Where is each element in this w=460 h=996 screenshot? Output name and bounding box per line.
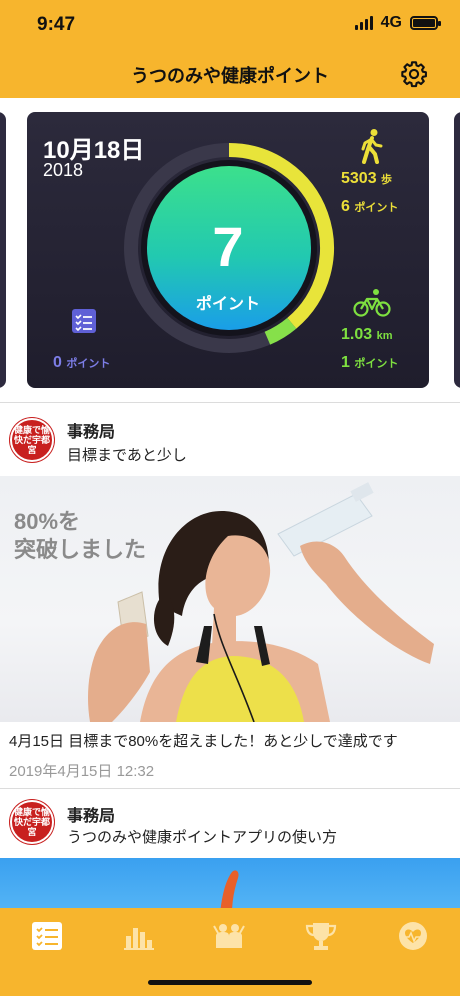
feed-image[interactable] [0,858,460,914]
feed-image[interactable]: 80%を 突破しました [0,476,460,722]
tab-group-icon[interactable] [212,920,246,952]
gear-icon[interactable] [400,60,428,88]
feed-caption: 4月15日 目標まで80%を超えました！あと少しで達成です [9,733,398,750]
battery-icon [410,16,441,30]
app-header: 9:47 4G うつのみや健康ポイント [0,0,460,98]
stats-carousel[interactable]: 10月18日 2018 7 ポイント 5303 歩 6 ポイント 1.03 km… [0,112,460,388]
walking-points-value: 6 [341,198,350,215]
tab-bar-chart-icon[interactable] [121,920,155,952]
walking-points-row: 6 ポイント [341,198,398,216]
previous-card-peek[interactable] [0,112,6,388]
checklist-icon [72,309,96,333]
image-overlay-text: 80%を 突破しました [14,508,146,564]
next-card-peek[interactable] [454,112,460,388]
avatar-text: 健康で愉快だ宇都宮 [13,425,50,455]
tab-health-icon[interactable] [396,920,430,952]
walking-icon [361,129,383,164]
sender-name: 事務局 [67,808,116,825]
total-points-value: 7 [212,215,244,278]
cycling-points-value: 1 [341,354,350,371]
banner-illustration [220,870,239,914]
page-title: うつのみや健康ポイント [131,66,329,86]
feed-message: 目標まであと少し [67,447,187,464]
image-overlay-line-2: 突破しました [14,537,147,562]
steps-row: 5303 歩 [341,170,392,188]
home-indicator [148,980,312,985]
steps-value: 5303 [341,170,377,187]
sender-name: 事務局 [67,424,116,441]
cycling-distance-row: 1.03 km [341,326,393,344]
cycling-points-row: 1 ポイント [341,354,398,372]
checklist-points-value: 0 [53,354,62,371]
image-overlay-line-1: 80%を [14,509,81,534]
cycling-distance-unit: km [376,330,393,342]
feed-message: うつのみや健康ポイントアプリの使い方 [67,829,338,846]
status-time: 9:47 [37,14,76,35]
stats-year: 2018 [43,160,84,180]
avatar: 健康で愉快だ宇都宮 [10,800,54,844]
feed-timestamp: 2019年4月15日 12:32 [9,763,155,780]
network-label: 4G [380,14,402,31]
avatar: 健康で愉快だ宇都宮 [10,418,54,462]
cycling-points-unit: ポイント [354,358,399,370]
tab-trophy-icon[interactable] [304,920,338,952]
steps-unit: 歩 [381,174,393,186]
bicycle-icon [353,289,391,317]
avatar-text: 健康で愉快だ宇都宮 [13,807,50,837]
checklist-points-row: 0 ポイント [53,354,110,372]
status-indicators: 4G [354,14,441,32]
checklist-points-unit: ポイント [66,358,111,370]
daily-stats-card[interactable]: 10月18日 2018 7 ポイント 5303 歩 6 ポイント 1.03 km… [27,112,429,388]
feed-item[interactable]: 健康で愉快だ宇都宮 事務局 うつのみや健康ポイントアプリの使い方 [0,788,460,858]
tab-list-icon[interactable] [30,920,64,952]
walking-points-unit: ポイント [354,202,399,214]
cycling-distance-value: 1.03 [341,326,373,343]
signal-icon [354,16,373,30]
